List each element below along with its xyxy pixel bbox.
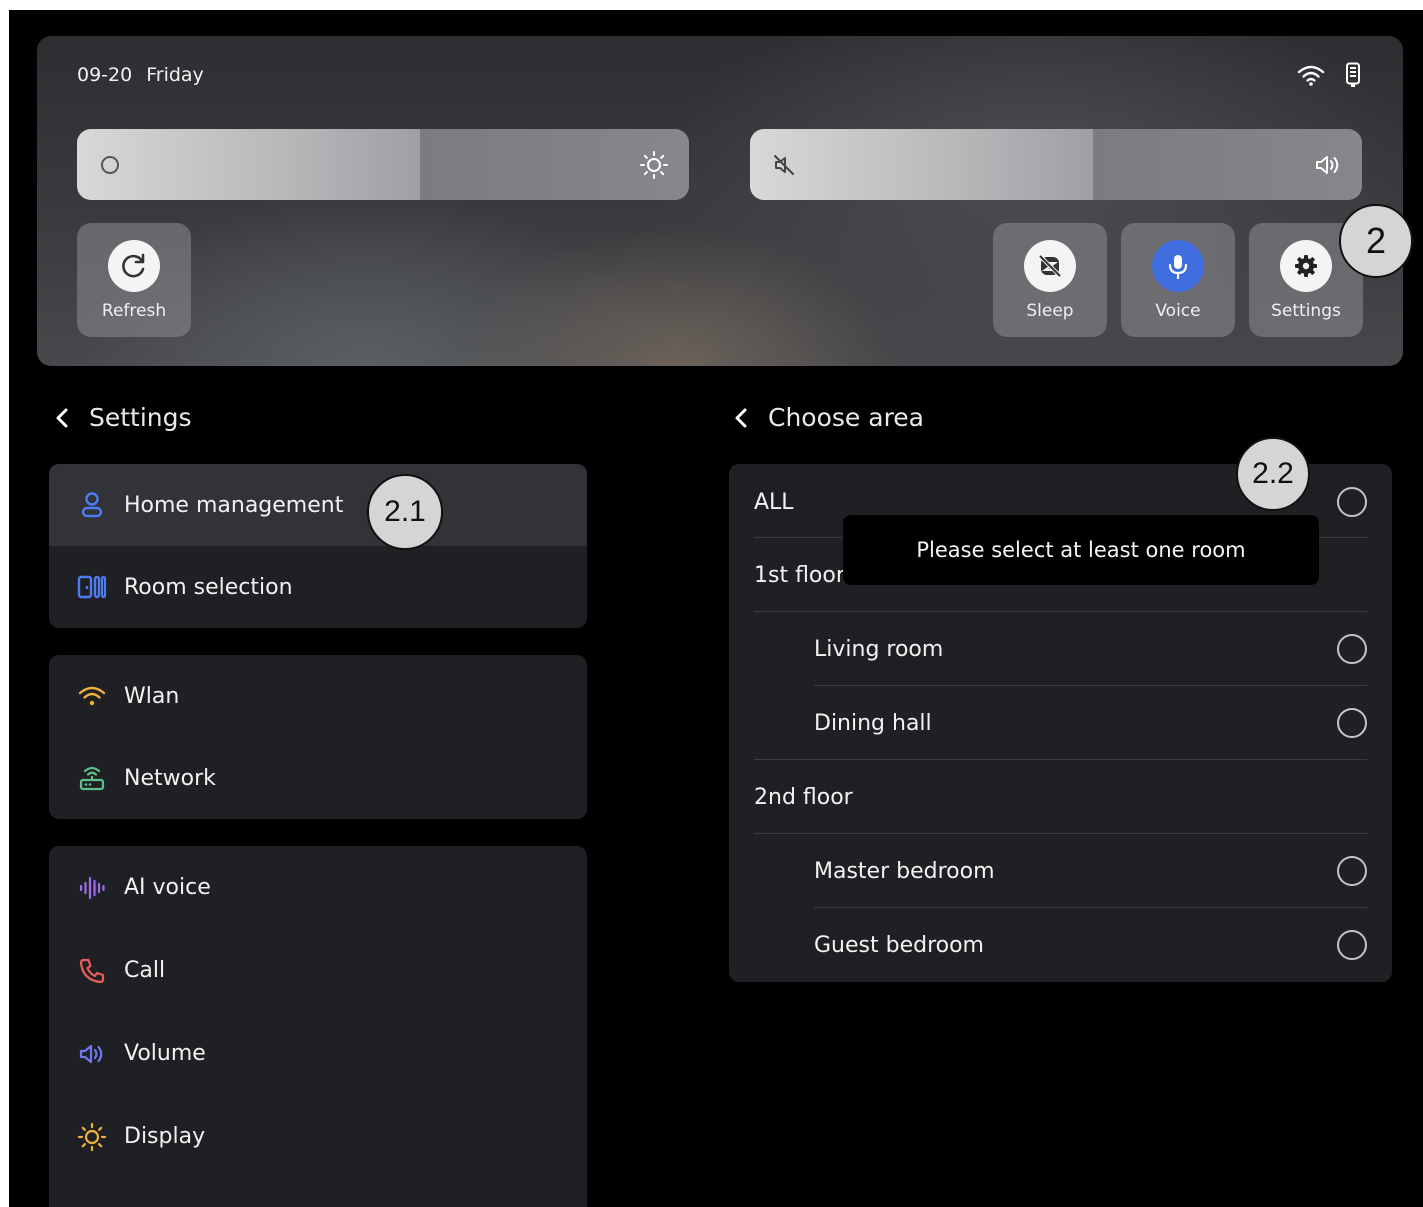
- settings-label: Settings: [1271, 301, 1341, 321]
- menu-item-label: AI voice: [124, 875, 211, 900]
- menu-item-room-selection[interactable]: Room selection: [49, 546, 587, 628]
- annotation-badge-2-1: 2.1: [367, 474, 443, 550]
- room-label: Guest bedroom: [814, 932, 984, 958]
- sleep-label: Sleep: [1026, 301, 1074, 321]
- menu-item-label: Volume: [124, 1041, 206, 1066]
- microphone-icon: [1152, 240, 1204, 292]
- divider: [814, 685, 1367, 686]
- choose-area-title: Choose area: [768, 403, 924, 432]
- annotation-badge-2-2: 2.2: [1236, 437, 1310, 511]
- room-label: Dining hall: [814, 710, 932, 736]
- menu-item-label: Display: [124, 1124, 206, 1149]
- wifi-icon: [77, 681, 107, 711]
- person-icon: [77, 490, 107, 520]
- brightness-high-icon: [639, 150, 669, 180]
- phone-icon: [77, 956, 107, 986]
- brightness-slider[interactable]: [77, 129, 689, 200]
- menu-item-home-management[interactable]: Home management: [49, 464, 587, 546]
- router-icon: [77, 763, 107, 793]
- screen: 09-20 Friday Refresh Sleep Voice Setting…: [9, 10, 1423, 1207]
- area-row-guest-bedroom[interactable]: Guest bedroom: [814, 925, 1367, 965]
- area-row-living-room[interactable]: Living room: [814, 629, 1367, 669]
- gear-icon: [1280, 240, 1332, 292]
- radio-button[interactable]: [1337, 487, 1367, 517]
- speaker-icon: [77, 1039, 107, 1069]
- menu-item-display[interactable]: Display: [49, 1095, 587, 1178]
- volume-slider[interactable]: [750, 129, 1362, 200]
- refresh-icon: [108, 240, 160, 292]
- volume-fill: [750, 129, 1093, 200]
- menu-item-label: Wlan: [124, 683, 180, 709]
- status-icons: [1297, 62, 1361, 88]
- area-label: ALL: [754, 489, 794, 515]
- area-row-master-bedroom[interactable]: Master bedroom: [814, 851, 1367, 891]
- room-label: Living room: [814, 636, 944, 662]
- settings-title: Settings: [89, 403, 192, 432]
- room-icon: [77, 572, 107, 602]
- weekday-text: Friday: [146, 64, 204, 86]
- settings-group-network: Wlan Network: [49, 655, 587, 819]
- radio-button[interactable]: [1337, 708, 1367, 738]
- radio-button[interactable]: [1337, 634, 1367, 664]
- menu-item-network[interactable]: Network: [49, 737, 587, 819]
- divider: [754, 611, 1367, 612]
- device-status-icon: [1345, 62, 1361, 88]
- room-label: Master bedroom: [814, 858, 995, 884]
- menu-item-label: Network: [124, 765, 216, 791]
- annotation-badge-2: 2: [1339, 204, 1413, 278]
- menu-item-ai-voice[interactable]: AI voice: [49, 846, 587, 929]
- back-arrow-icon[interactable]: [55, 407, 69, 429]
- settings-group-device: AI voice Call Volume Display: [49, 846, 587, 1207]
- menu-item-volume[interactable]: Volume: [49, 1012, 587, 1095]
- sun-icon: [77, 1122, 107, 1152]
- area-row-floor-2: 2nd floor: [754, 777, 1367, 817]
- area-row-dining-hall[interactable]: Dining hall: [814, 703, 1367, 743]
- back-arrow-icon[interactable]: [734, 407, 748, 429]
- brightness-low-icon: [99, 154, 121, 176]
- wifi-status-icon: [1297, 64, 1325, 86]
- speaker-loud-icon: [1314, 153, 1342, 177]
- control-panel: 09-20 Friday Refresh Sleep Voice Setting…: [37, 36, 1403, 366]
- date-display: 09-20 Friday: [77, 64, 204, 86]
- floor-label: 2nd floor: [754, 784, 853, 810]
- refresh-label: Refresh: [101, 301, 167, 321]
- menu-item-wlan[interactable]: Wlan: [49, 655, 587, 737]
- voice-button[interactable]: Voice: [1121, 223, 1235, 337]
- divider: [754, 833, 1367, 834]
- choose-area-header: Choose area: [734, 403, 924, 432]
- toast-message: Please select at least one room: [843, 515, 1319, 585]
- menu-item-label: Room selection: [124, 574, 293, 600]
- settings-header: Settings: [55, 403, 192, 432]
- brightness-fill: [77, 129, 420, 200]
- voice-label: Voice: [1155, 301, 1201, 321]
- menu-item-label: Home management: [124, 492, 344, 518]
- radio-button[interactable]: [1337, 856, 1367, 886]
- menu-item-label: Call: [124, 958, 166, 983]
- divider: [754, 759, 1367, 760]
- refresh-button[interactable]: Refresh: [77, 223, 191, 337]
- mute-icon: [772, 153, 796, 177]
- settings-group-home: Home management Room selection: [49, 464, 587, 628]
- sleep-button[interactable]: Sleep: [993, 223, 1107, 337]
- voice-wave-icon: [77, 873, 107, 903]
- divider: [814, 907, 1367, 908]
- sleep-icon: [1024, 240, 1076, 292]
- floor-label: 1st floor: [754, 562, 845, 588]
- date-text: 09-20: [77, 64, 133, 86]
- menu-item-call[interactable]: Call: [49, 929, 587, 1012]
- radio-button[interactable]: [1337, 930, 1367, 960]
